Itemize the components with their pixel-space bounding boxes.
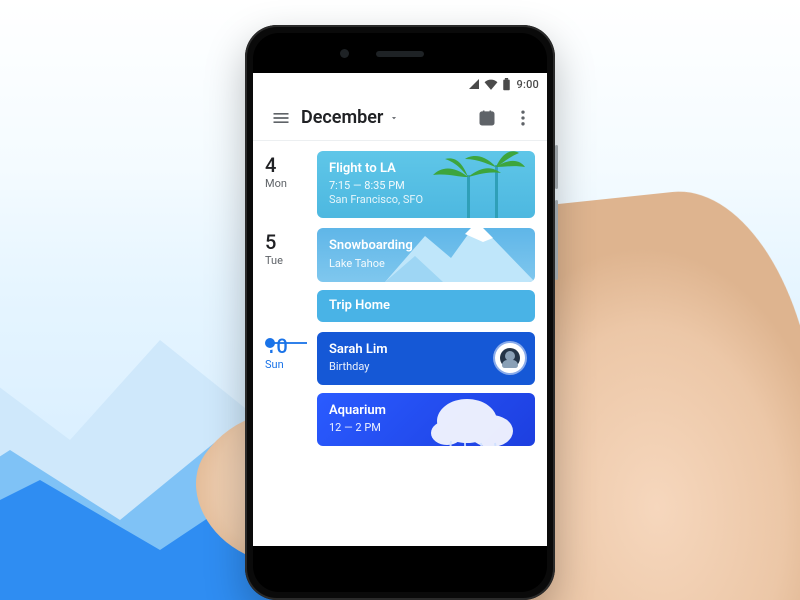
phone-screen: 9:00 December bbox=[253, 73, 547, 546]
event-title: Sarah Lim bbox=[329, 342, 523, 358]
day-date-column: 5 Tue bbox=[265, 228, 305, 322]
wifi-icon bbox=[484, 78, 498, 90]
day-of-week: Sun bbox=[265, 358, 305, 371]
month-dropdown[interactable]: December bbox=[301, 107, 399, 128]
day-events: Sarah Lim Birthday Aquarium 12 — 2 PM bbox=[317, 332, 535, 447]
calendar-today-icon bbox=[477, 108, 497, 128]
day-number: 4 bbox=[265, 155, 305, 175]
phone-speaker bbox=[376, 51, 424, 57]
event-card[interactable]: Flight to LA 7:15 — 8:35 PMSan Francisco,… bbox=[317, 151, 535, 218]
calendar-appbar: December bbox=[253, 95, 547, 141]
more-vert-icon bbox=[513, 108, 533, 128]
day-events: Snowboarding Lake Tahoe Trip Home bbox=[317, 228, 535, 322]
now-indicator-line bbox=[274, 342, 307, 344]
menu-button[interactable] bbox=[263, 100, 299, 136]
agenda-day: 4 Mon Flight to LA 7:15 — 8:35 PMSan Fran… bbox=[265, 151, 535, 218]
phone-frame: 9:00 December bbox=[245, 25, 555, 600]
event-card[interactable]: Sarah Lim Birthday bbox=[317, 332, 535, 385]
phone-bezel: 9:00 December bbox=[253, 33, 547, 592]
event-subtitle: Birthday bbox=[329, 360, 523, 373]
day-date-column: 4 Mon bbox=[265, 151, 305, 218]
event-card[interactable]: Trip Home bbox=[317, 290, 535, 322]
agenda-day: 10 Sun Sarah Lim Birthday Aquarium 12 — 2 P… bbox=[265, 332, 535, 447]
agenda-list[interactable]: 4 Mon Flight to LA 7:15 — 8:35 PMSan Fran… bbox=[253, 141, 547, 458]
phone-front-camera bbox=[340, 49, 349, 58]
today-button[interactable] bbox=[469, 100, 505, 136]
event-subtitle-2: San Francisco, SFO bbox=[329, 193, 523, 206]
event-subtitle: 7:15 — 8:35 PM bbox=[329, 179, 523, 192]
overflow-button[interactable] bbox=[505, 100, 541, 136]
event-subtitle: Lake Tahoe bbox=[329, 257, 523, 270]
background-scene: 9:00 December bbox=[0, 0, 800, 600]
event-title: Flight to LA bbox=[329, 161, 523, 177]
signal-icon bbox=[468, 78, 480, 90]
event-title: Trip Home bbox=[329, 298, 523, 314]
menu-icon bbox=[271, 108, 291, 128]
chevron-down-icon bbox=[389, 108, 399, 127]
day-of-week: Mon bbox=[265, 177, 305, 190]
month-label: December bbox=[301, 107, 383, 128]
day-number: 5 bbox=[265, 232, 305, 252]
day-date-column: 10 Sun bbox=[265, 332, 305, 447]
event-title: Aquarium bbox=[329, 403, 523, 419]
agenda-day: 5 Tue Snowboarding Lake Tahoe Trip Home bbox=[265, 228, 535, 322]
day-of-week: Tue bbox=[265, 254, 305, 267]
battery-icon bbox=[502, 78, 511, 91]
event-card[interactable]: Snowboarding Lake Tahoe bbox=[317, 228, 535, 281]
event-subtitle: 12 — 2 PM bbox=[329, 421, 523, 434]
day-events: Flight to LA 7:15 — 8:35 PMSan Francisco,… bbox=[317, 151, 535, 218]
android-statusbar: 9:00 bbox=[253, 73, 547, 95]
event-title: Snowboarding bbox=[329, 238, 523, 254]
event-card[interactable]: Aquarium 12 — 2 PM bbox=[317, 393, 535, 446]
statusbar-clock: 9:00 bbox=[517, 78, 539, 91]
